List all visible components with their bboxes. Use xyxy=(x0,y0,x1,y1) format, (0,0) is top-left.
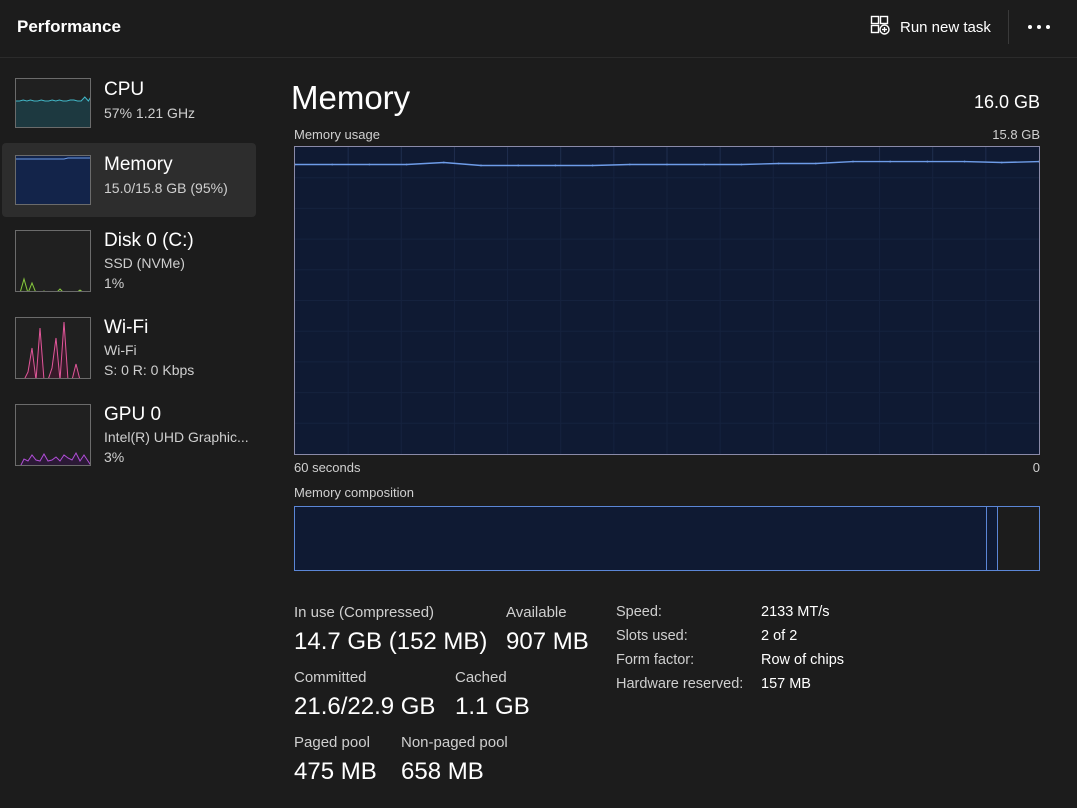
memory-usage-point xyxy=(517,164,520,167)
sidebar-item-detail-2: 1% xyxy=(104,275,125,291)
memory-panel: Memory 16.0 GB Memory usage 15.8 GB 60 s… xyxy=(266,59,1077,808)
memory-usage-point xyxy=(368,163,371,166)
composition-segment-standby[interactable] xyxy=(998,507,1037,570)
memory-usage-point xyxy=(963,160,966,163)
memory-composition-label: Memory composition xyxy=(294,485,414,500)
non-paged-pool-value: 658 MB xyxy=(401,758,484,785)
in-use-label: In use (Compressed) xyxy=(294,604,435,621)
speed-value: 2133 MT/s xyxy=(761,604,830,620)
sidebar-item-label: Memory xyxy=(104,154,173,175)
non-paged-pool-label: Non-paged pool xyxy=(401,734,508,751)
committed-value: 21.6/22.9 GB xyxy=(294,693,436,720)
composition-segment-in-use[interactable] xyxy=(295,507,987,570)
sidebar-item-detail: 57% 1.21 GHz xyxy=(104,105,196,121)
run-task-icon xyxy=(870,15,890,40)
memory-usage-point xyxy=(666,163,668,166)
thumb-line xyxy=(16,96,90,102)
memory-usage-chart xyxy=(294,146,1040,455)
memory-usage-point xyxy=(554,164,557,167)
sidebar-item-detail: Wi-Fi xyxy=(104,342,137,358)
time-axis-end: 0 xyxy=(1032,460,1040,475)
memory-usage-point xyxy=(405,163,408,166)
sidebar: CPU 57% 1.21 GHz Memory 15.0/15.8 GB (95… xyxy=(0,59,266,808)
gpu-graph-thumbnail xyxy=(15,404,91,466)
total-memory: 16.0 GB xyxy=(973,92,1040,112)
thumb-fill xyxy=(16,156,90,204)
memory-usage-point xyxy=(926,160,929,163)
hardware-reserved-label: Hardware reserved: xyxy=(616,676,744,692)
memory-usage-graph xyxy=(295,147,1039,454)
hardware-reserved-value: 157 MB xyxy=(761,676,811,692)
memory-composition-bar xyxy=(294,506,1040,571)
sidebar-item-wifi[interactable]: Wi-Fi Wi-Fi S: 0 R: 0 Kbps xyxy=(2,312,256,386)
paged-pool-value: 475 MB xyxy=(294,758,377,785)
top-bar: Performance Run new task xyxy=(0,0,1077,58)
paged-pool-label: Paged pool xyxy=(294,734,370,751)
sidebar-item-label: GPU 0 xyxy=(104,404,162,425)
composition-segment-modified[interactable] xyxy=(986,507,999,570)
memory-usage-area xyxy=(295,161,1039,454)
cpu-graph-thumbnail xyxy=(15,78,91,128)
memory-usage-point xyxy=(442,161,445,164)
available-label: Available xyxy=(506,604,567,621)
form-factor-label: Form factor: xyxy=(616,652,695,668)
memory-graph-thumbnail xyxy=(15,155,91,205)
speed-label: Speed: xyxy=(616,604,662,620)
in-use-value: 14.7 GB (152 MB) xyxy=(294,628,488,655)
page-title: Performance xyxy=(17,17,121,36)
memory-usage-point xyxy=(852,160,854,163)
more-options-icon[interactable] xyxy=(1020,12,1058,42)
sidebar-item-disk[interactable]: Disk 0 (C:) SSD (NVMe) 1% xyxy=(2,225,256,299)
memory-usage-point xyxy=(703,163,706,166)
sidebar-item-detail: Intel(R) UHD Graphic... xyxy=(104,429,249,445)
memory-usage-point xyxy=(1000,161,1003,164)
cached-value: 1.1 GB xyxy=(455,693,530,720)
sidebar-item-gpu[interactable]: GPU 0 Intel(R) UHD Graphic... 3% xyxy=(2,399,256,473)
sidebar-item-cpu[interactable]: CPU 57% 1.21 GHz xyxy=(2,74,256,148)
sidebar-item-detail: 15.0/15.8 GB (95%) xyxy=(104,180,228,196)
available-value: 907 MB xyxy=(506,628,589,655)
sidebar-item-detail-2: S: 0 R: 0 Kbps xyxy=(104,362,195,378)
run-new-task-button[interactable]: Run new task xyxy=(862,10,999,44)
slots-used-value: 2 of 2 xyxy=(761,628,798,644)
sidebar-item-label: Disk 0 (C:) xyxy=(104,230,194,251)
section-title: Memory xyxy=(291,79,411,116)
sidebar-item-detail-2: 3% xyxy=(104,449,125,465)
memory-usage-point xyxy=(591,164,594,167)
thumb-area xyxy=(25,322,80,378)
disk-graph-thumbnail xyxy=(15,230,91,292)
time-axis-start: 60 seconds xyxy=(294,460,361,475)
memory-usage-point xyxy=(814,162,817,165)
sidebar-item-label: Wi-Fi xyxy=(104,317,149,338)
memory-usage-point xyxy=(628,163,631,166)
thumb-line xyxy=(20,277,83,291)
memory-usage-max: 15.8 GB xyxy=(992,127,1040,142)
memory-usage-point xyxy=(331,163,334,166)
memory-usage-point xyxy=(889,160,892,163)
memory-usage-label: Memory usage xyxy=(294,127,380,142)
run-new-task-label: Run new task xyxy=(900,18,991,36)
sidebar-item-label: CPU xyxy=(104,79,145,100)
cached-label: Cached xyxy=(455,669,507,686)
wifi-graph-thumbnail xyxy=(15,317,91,379)
memory-usage-point xyxy=(740,163,743,166)
sidebar-item-memory[interactable]: Memory 15.0/15.8 GB (95%) xyxy=(2,143,256,217)
sidebar-item-detail: SSD (NVMe) xyxy=(104,255,185,271)
form-factor-value: Row of chips xyxy=(761,652,845,668)
toolbar-divider xyxy=(1008,10,1009,44)
memory-usage-point xyxy=(777,162,780,165)
slots-used-label: Slots used: xyxy=(616,628,688,644)
committed-label: Committed xyxy=(294,669,367,686)
memory-usage-point xyxy=(480,164,482,167)
